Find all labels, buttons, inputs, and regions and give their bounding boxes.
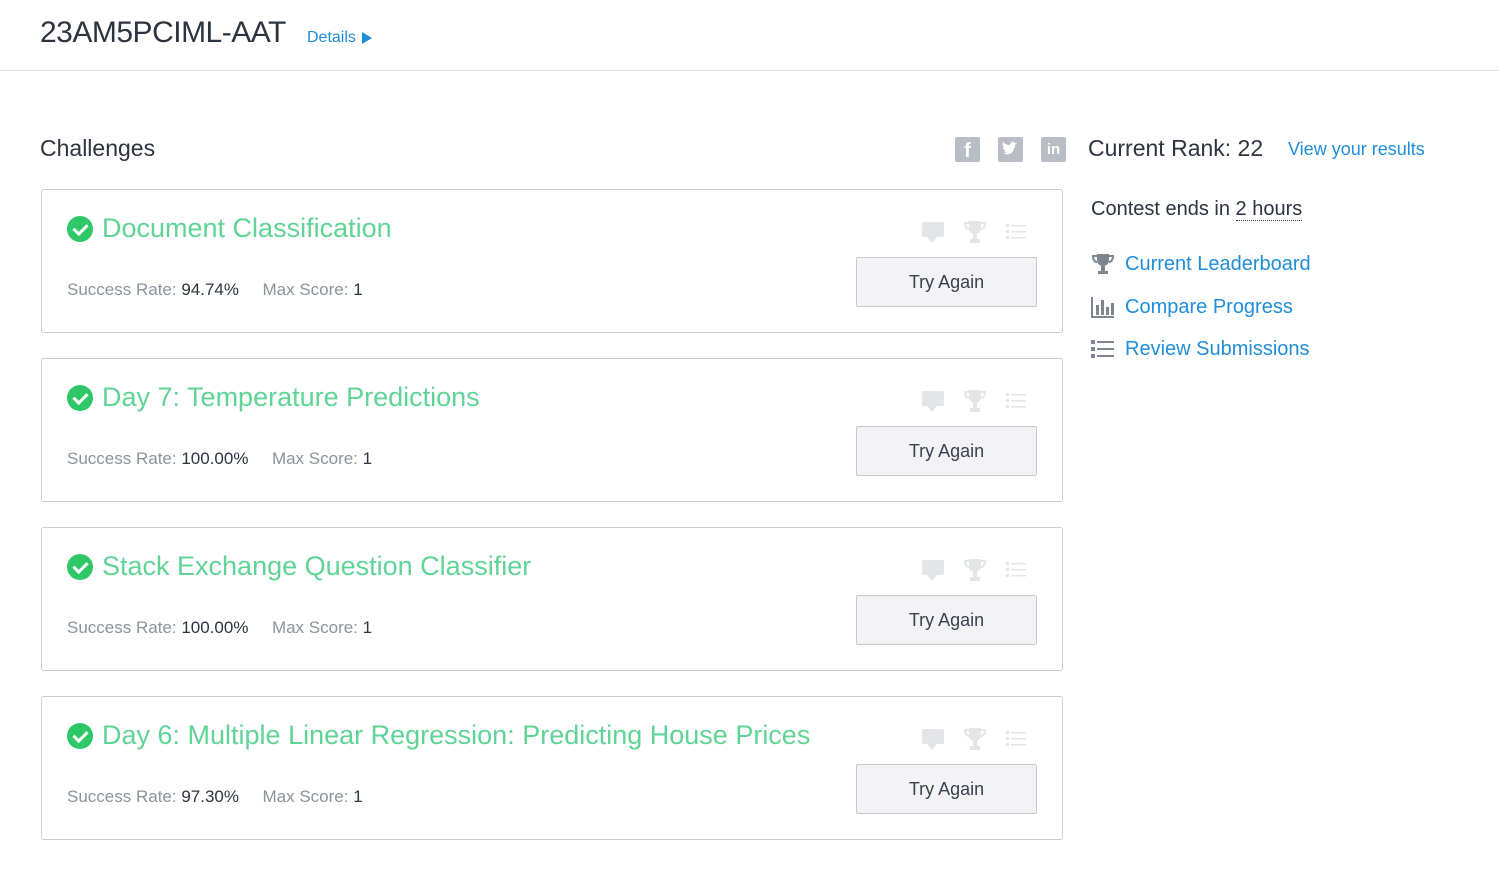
challenge-card: Stack Exchange Question Classifier Succe… — [41, 527, 1063, 671]
submissions-list-icon[interactable] — [1006, 391, 1026, 409]
try-again-button[interactable]: Try Again — [856, 257, 1037, 307]
challenge-title[interactable]: Document Classification — [102, 213, 392, 244]
success-rate-value: 100.00% — [181, 618, 249, 637]
leaderboard-trophy-icon[interactable] — [962, 558, 988, 582]
success-rate-value: 100.00% — [181, 449, 249, 468]
try-again-button[interactable]: Try Again — [856, 764, 1037, 814]
challenge-stats: Success Rate: 100.00% Max Score: 1 — [67, 449, 372, 469]
section-title: Challenges — [40, 135, 156, 161]
contest-ends-time[interactable]: 2 hours — [1235, 198, 1303, 221]
challenge-actions — [922, 389, 1032, 413]
max-score-label: Max Score: — [271, 618, 358, 637]
details-link[interactable]: Details — [307, 29, 372, 47]
challenge-actions — [922, 727, 1032, 751]
discussion-icon[interactable] — [922, 391, 944, 412]
success-rate-label: Success Rate: — [67, 618, 177, 637]
discussion-icon[interactable] — [922, 560, 944, 581]
details-label[interactable]: Details — [307, 29, 356, 47]
challenge-title[interactable]: Day 6: Multiple Linear Regression: Predi… — [102, 720, 810, 751]
max-score-label: Max Score: — [262, 280, 349, 299]
contest-title: 23AM5PCIML-AAT — [40, 16, 286, 49]
challenge-title[interactable]: Stack Exchange Question Classifier — [102, 551, 531, 582]
challenge-stats: Success Rate: 100.00% Max Score: 1 — [67, 618, 372, 638]
submissions-list-icon[interactable] — [1006, 729, 1026, 747]
solved-check-icon — [67, 554, 93, 580]
current-leaderboard-label[interactable]: Current Leaderboard — [1125, 253, 1311, 276]
compare-progress-link[interactable]: Compare Progress — [1090, 295, 1293, 319]
challenge-card: Day 7: Temperature Predictions Success R… — [41, 358, 1063, 502]
max-score-label: Max Score: — [271, 449, 358, 468]
success-rate-value: 94.74% — [181, 280, 240, 299]
leaderboard-trophy-icon[interactable] — [962, 389, 988, 413]
play-arrow-icon[interactable] — [361, 32, 372, 44]
max-score-label: Max Score: — [262, 787, 349, 806]
challenge-stats: Success Rate: 97.30% Max Score: 1 — [67, 787, 363, 807]
success-rate-label: Success Rate: — [67, 280, 177, 299]
discussion-icon[interactable] — [922, 222, 944, 243]
success-rate-label: Success Rate: — [67, 787, 177, 806]
solved-check-icon — [67, 216, 93, 242]
max-score-value: 1 — [362, 449, 373, 468]
challenge-title[interactable]: Day 7: Temperature Predictions — [102, 382, 480, 413]
max-score-value: 1 — [353, 280, 363, 299]
contest-ends-prefix: Contest ends in — [1091, 198, 1230, 220]
leaderboard-trophy-icon[interactable] — [962, 727, 988, 751]
challenge-card: Day 6: Multiple Linear Regression: Predi… — [41, 696, 1063, 840]
review-submissions-label[interactable]: Review Submissions — [1125, 338, 1310, 361]
submissions-list-icon[interactable] — [1006, 560, 1026, 578]
bar-chart-icon — [1091, 297, 1114, 318]
challenge-actions — [922, 558, 1032, 582]
current-leaderboard-link[interactable]: Current Leaderboard — [1090, 252, 1311, 276]
leaderboard-trophy-icon[interactable] — [962, 220, 988, 244]
view-results-link[interactable]: View your results — [1288, 139, 1425, 160]
submissions-list-icon[interactable] — [1006, 222, 1026, 240]
compare-progress-label[interactable]: Compare Progress — [1125, 296, 1293, 319]
facebook-share-icon[interactable]: f — [955, 137, 980, 162]
challenge-card: Document Classification Success Rate: 94… — [41, 189, 1063, 333]
try-again-button[interactable]: Try Again — [856, 426, 1037, 476]
linkedin-share-icon[interactable]: in — [1041, 137, 1066, 162]
solved-check-icon — [67, 385, 93, 411]
solved-check-icon — [67, 723, 93, 749]
top-bar: 23AM5PCIML-AAT Details — [0, 0, 1499, 71]
list-icon — [1091, 340, 1114, 358]
twitter-share-icon[interactable] — [998, 137, 1023, 162]
trophy-icon — [1091, 254, 1115, 274]
contest-ends: Contest ends in 2 hours — [1091, 198, 1303, 221]
max-score-value: 1 — [362, 618, 373, 637]
challenge-stats: Success Rate: 94.74% Max Score: 1 — [67, 280, 363, 300]
success-rate-value: 97.30% — [181, 787, 240, 806]
current-rank: Current Rank: 22 — [1088, 135, 1264, 161]
review-submissions-link[interactable]: Review Submissions — [1090, 337, 1310, 361]
try-again-button[interactable]: Try Again — [856, 595, 1037, 645]
discussion-icon[interactable] — [922, 729, 944, 750]
success-rate-label: Success Rate: — [67, 449, 177, 468]
max-score-value: 1 — [353, 787, 363, 806]
challenge-actions — [922, 220, 1032, 244]
